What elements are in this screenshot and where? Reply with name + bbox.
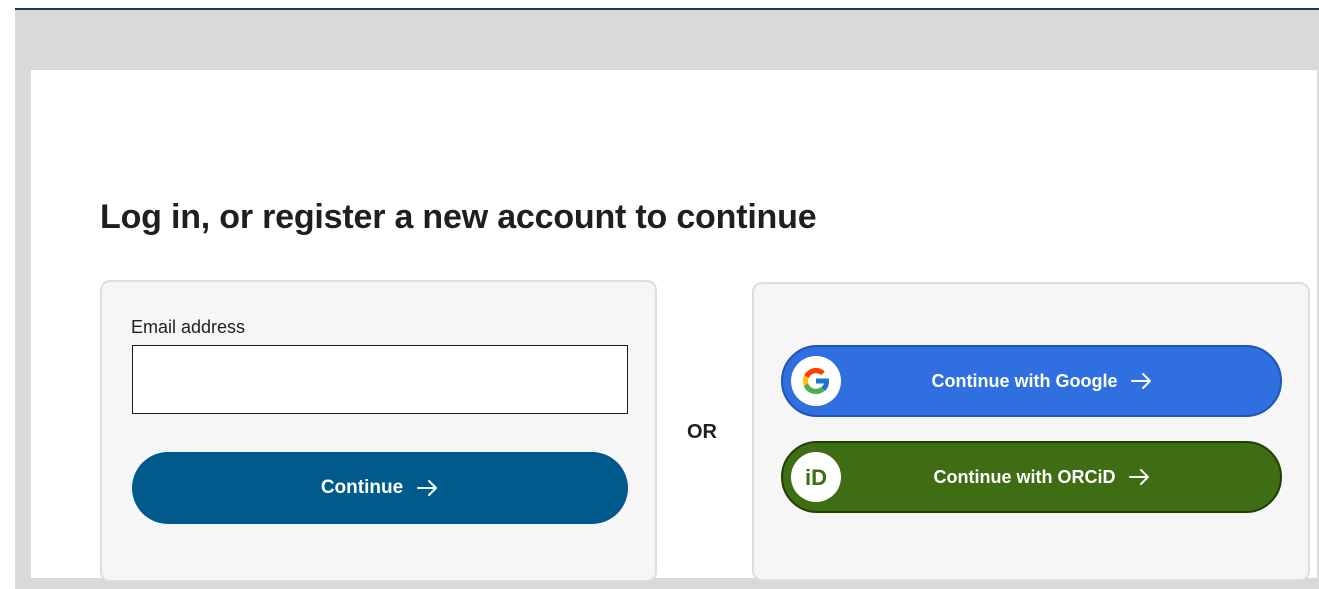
- orcid-icon: iD: [791, 452, 841, 502]
- or-separator: OR: [687, 421, 717, 443]
- orcid-button-content: Continue with ORCiD: [934, 467, 1152, 488]
- arrow-right-icon: [1131, 372, 1153, 390]
- email-login-card: Email address Continue: [100, 280, 657, 582]
- orcid-icon-text: iD: [805, 465, 827, 490]
- continue-button-label: Continue: [320, 477, 404, 498]
- social-login-card: Continue with Google iD Continue with OR…: [752, 282, 1310, 581]
- google-icon: [791, 356, 841, 406]
- google-button-content: Continue with Google: [932, 371, 1154, 392]
- google-button-label: Continue with Google: [931, 370, 1118, 391]
- email-input[interactable]: [132, 345, 628, 414]
- login-panel: Log in, or register a new account to con…: [31, 70, 1317, 582]
- arrow-right-icon: [1129, 468, 1151, 486]
- login-page: Log in, or register a new account to con…: [0, 0, 1319, 589]
- orcid-button-label: Continue with ORCiD: [933, 466, 1116, 487]
- arrow-right-icon: [417, 479, 439, 497]
- continue-with-orcid-button[interactable]: iD Continue with ORCiD: [781, 441, 1282, 513]
- continue-button[interactable]: Continue: [132, 452, 628, 524]
- email-label: Email address: [131, 317, 246, 337]
- page-title: Log in, or register a new account to con…: [100, 198, 817, 236]
- continue-with-google-button[interactable]: Continue with Google: [781, 345, 1282, 417]
